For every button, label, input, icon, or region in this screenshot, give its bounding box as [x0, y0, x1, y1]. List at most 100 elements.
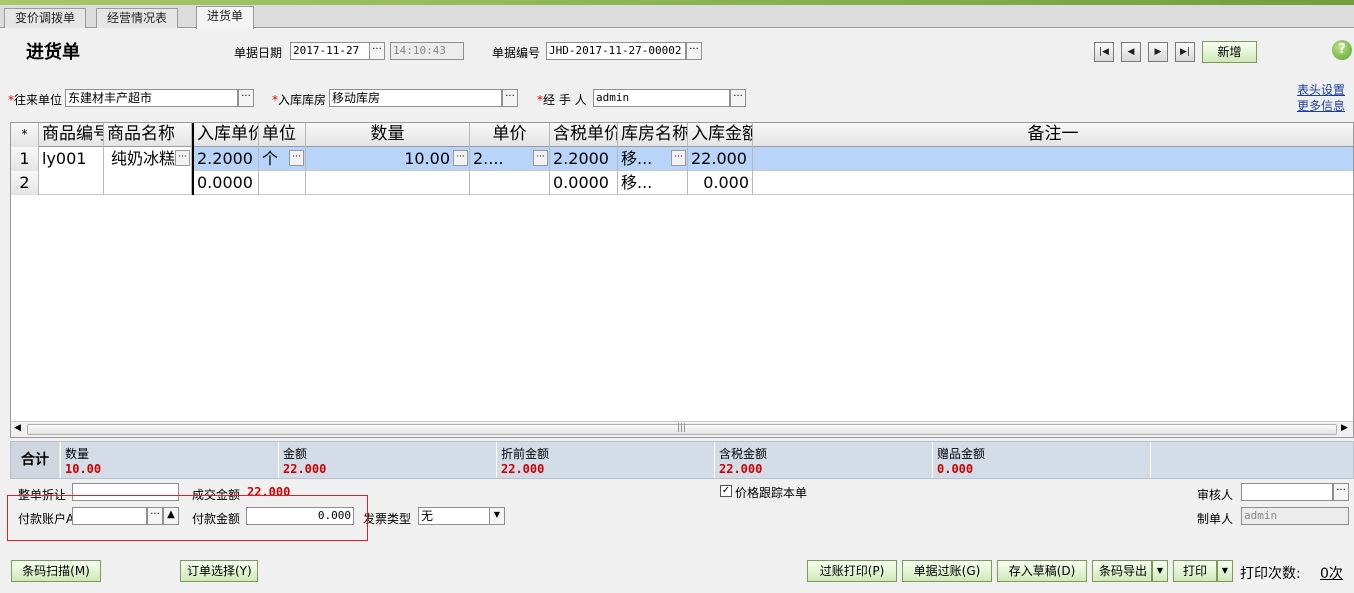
cell-in-price[interactable]: 0.0000: [194, 171, 259, 195]
date-picker-button[interactable]: ···: [369, 42, 385, 60]
header-settings-link[interactable]: 表头设置: [1297, 81, 1345, 98]
post-print-button[interactable]: 过账打印(P): [807, 560, 897, 582]
cell-code[interactable]: ly001: [39, 147, 104, 171]
print-button[interactable]: 打印: [1173, 560, 1217, 582]
more-info-link[interactable]: 更多信息: [1297, 97, 1345, 114]
billno-field[interactable]: JHD-2017-11-27-00002: [546, 42, 686, 60]
new-button[interactable]: 新增: [1202, 41, 1257, 63]
goods-grid[interactable]: * 商品编号 商品名称 入库单价 单位 数量 单价 含税单价 库房名称 入库金额…: [10, 122, 1354, 438]
table-row[interactable]: 1 ly001 纯奶冰糕 ··· 2.2000 个 ··· 10.00 ··· 2..…: [11, 147, 1353, 171]
warehouse-field[interactable]: 移动库房: [329, 89, 502, 107]
unit-picker-button[interactable]: ···: [289, 150, 304, 166]
summary-pre-discount-value: 22.000: [501, 462, 545, 476]
grid-col-unit[interactable]: 单位: [259, 123, 306, 147]
next-record-icon[interactable]: ▶: [1148, 42, 1168, 62]
chevron-down-icon[interactable]: ▼: [489, 507, 505, 525]
cell-price[interactable]: [470, 171, 550, 195]
chevron-down-icon[interactable]: ▼: [1152, 560, 1168, 582]
tab-business-report[interactable]: 经营情况表: [96, 8, 179, 28]
grid-col-tax-price[interactable]: 含税单价: [550, 123, 618, 147]
chevron-down-icon[interactable]: ▼: [1217, 560, 1233, 582]
grid-col-name[interactable]: 商品名称: [104, 123, 192, 147]
thumb-grip-icon: |||: [677, 423, 687, 433]
cell-warehouse[interactable]: 移... ···: [618, 147, 688, 171]
supplier-picker-button[interactable]: ···: [238, 89, 254, 107]
summary-amount-label: 金额: [283, 447, 308, 461]
grid-col-qty[interactable]: 数量: [306, 123, 470, 147]
print-count-value: 0次: [1320, 566, 1343, 582]
price-track-checkbox[interactable]: ✓: [720, 485, 732, 497]
handler-picker-button[interactable]: ···: [730, 89, 746, 107]
print-count-label: 打印次数:: [1240, 566, 1301, 582]
highlight-box: [7, 495, 368, 541]
summary-tax-amount-label: 含税金额: [719, 447, 768, 461]
billno-picker-button[interactable]: ···: [686, 42, 702, 60]
price-picker-button[interactable]: ···: [533, 150, 548, 166]
row-number: 2: [11, 171, 39, 195]
warehouse-cell-picker-button[interactable]: ···: [671, 150, 686, 166]
cell-remark[interactable]: [753, 147, 1353, 171]
cell-tax-price[interactable]: 2.2000: [550, 147, 618, 171]
last-record-icon[interactable]: ▶|: [1175, 42, 1195, 62]
grid-col-amount[interactable]: 入库金额: [688, 123, 753, 147]
summary-amount: 金额 22.000: [278, 442, 496, 478]
help-icon[interactable]: ?: [1332, 40, 1352, 60]
table-row[interactable]: 2 0.0000 0.0000 移... 0.000: [11, 171, 1353, 195]
summary-qty-value: 10.00: [65, 462, 102, 476]
scroll-right-icon[interactable]: ▶: [1341, 423, 1348, 433]
barcode-scan-button[interactable]: 条码扫描(M): [11, 560, 101, 582]
save-draft-button[interactable]: 存入草稿(D): [997, 560, 1087, 582]
supplier-field[interactable]: 东建材丰产超市: [65, 89, 238, 107]
invoice-select[interactable]: 无: [418, 507, 490, 525]
cell-price[interactable]: 2.... ···: [470, 147, 550, 171]
cell-remark[interactable]: [753, 171, 1353, 195]
summary-tax-amount: 含税金额 22.000: [714, 442, 932, 478]
cell-warehouse[interactable]: 移...: [618, 171, 688, 195]
summary-tax-amount-value: 22.000: [719, 462, 763, 476]
cell-price-text: 2....: [473, 149, 504, 168]
cell-in-price[interactable]: 2.2000: [194, 147, 259, 171]
warehouse-picker-button[interactable]: ···: [502, 89, 518, 107]
maker-field: admin: [1241, 507, 1349, 525]
page-title: 进货单: [26, 42, 80, 63]
cell-unit[interactable]: [259, 171, 306, 195]
cell-qty[interactable]: [306, 171, 470, 195]
barcode-export-button[interactable]: 条码导出: [1092, 560, 1152, 582]
cell-qty[interactable]: 10.00 ···: [306, 147, 470, 171]
auditor-picker-button[interactable]: ···: [1333, 483, 1349, 501]
cell-warehouse-text: 移...: [621, 149, 653, 168]
post-button[interactable]: 单据过账(G): [902, 560, 992, 582]
grid-col-code[interactable]: 商品编号: [39, 123, 104, 147]
summary-qty-label: 数量: [65, 447, 90, 461]
cell-code[interactable]: [39, 171, 104, 195]
grid-col-warehouse[interactable]: 库房名称: [618, 123, 688, 147]
horizontal-scrollbar[interactable]: ◀ ||| ▶: [11, 421, 1353, 437]
order-select-button[interactable]: 订单选择(Y): [180, 560, 258, 582]
auditor-field[interactable]: [1241, 483, 1333, 501]
summary-empty: [1150, 442, 1353, 478]
tab-bar: 变价调拨单 经营情况表 进货单: [0, 5, 1354, 29]
date-field[interactable]: 2017-11-27: [290, 42, 370, 60]
cell-unit[interactable]: 个 ···: [259, 147, 306, 171]
name-picker-button[interactable]: ···: [175, 150, 190, 166]
handler-field[interactable]: admin: [593, 89, 730, 107]
prev-record-icon[interactable]: ◀: [1121, 42, 1141, 62]
tab-price-transfer[interactable]: 变价调拨单: [4, 8, 87, 28]
cell-amount[interactable]: 0.000: [688, 171, 753, 195]
frozen-column-divider: [192, 123, 194, 195]
cell-tax-price[interactable]: 0.0000: [550, 171, 618, 195]
scroll-left-icon[interactable]: ◀: [14, 423, 21, 433]
qty-picker-button[interactable]: ···: [453, 150, 468, 166]
summary-amount-value: 22.000: [283, 462, 327, 476]
warehouse-label: *入库库房: [272, 91, 326, 108]
tab-purchase-order[interactable]: 进货单: [196, 6, 255, 29]
warehouse-label-text: 入库库房: [278, 93, 327, 107]
grid-col-remark[interactable]: 备注一: [753, 123, 1353, 147]
cell-name[interactable]: 纯奶冰糕 ···: [104, 147, 192, 171]
grid-col-in-price[interactable]: 入库单价: [194, 123, 259, 147]
cell-amount[interactable]: 22.000: [688, 147, 753, 171]
auditor-label: 审核人: [1197, 488, 1234, 502]
grid-col-price[interactable]: 单价: [470, 123, 550, 147]
first-record-icon[interactable]: |◀: [1094, 42, 1114, 62]
cell-name[interactable]: [104, 171, 192, 195]
